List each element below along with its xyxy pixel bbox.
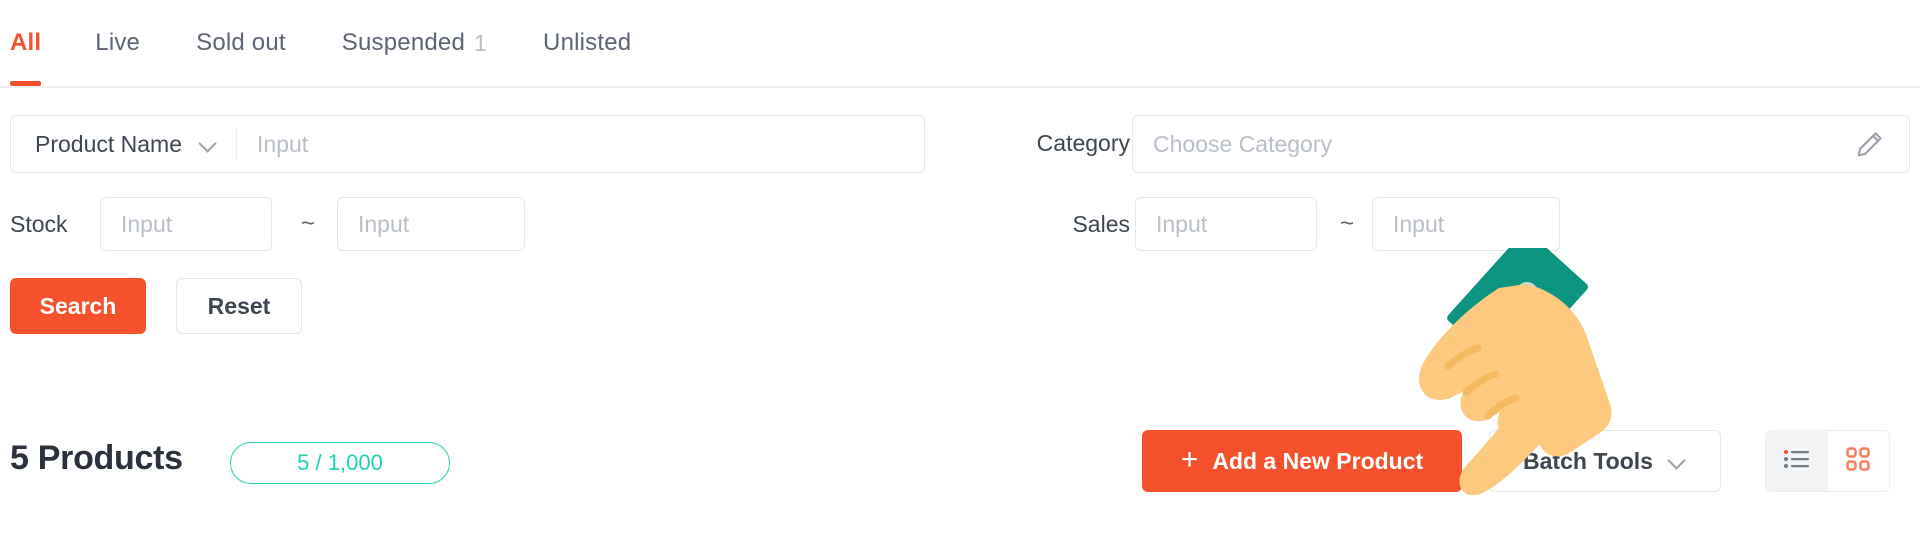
product-name-search-group: Product Name — [10, 115, 925, 173]
tab-sold-out-label: Sold out — [196, 29, 286, 56]
plus-icon: + — [1180, 442, 1199, 476]
filter-panel: Product Name Category Stock — [0, 88, 1920, 388]
filter-row-primary: Product Name Category — [0, 115, 1920, 173]
category-label: Category — [1036, 130, 1130, 156]
chevron-down-icon — [1669, 452, 1687, 470]
grid-view-button[interactable] — [1827, 431, 1889, 491]
tab-unlisted-label: Unlisted — [543, 29, 632, 56]
batch-tools-label: Batch Tools — [1523, 447, 1653, 474]
filter-row-actions: Search Reset — [0, 278, 1920, 334]
add-a-new-product-button[interactable]: + Add a New Product — [1142, 430, 1462, 492]
pencil-icon[interactable] — [1853, 127, 1887, 161]
tab-sold-out[interactable]: Sold out — [196, 0, 286, 86]
sales-max-input[interactable] — [1372, 197, 1560, 251]
tab-active-underline — [10, 81, 42, 86]
category-input[interactable] — [1133, 116, 1853, 172]
sales-min-input[interactable] — [1135, 197, 1317, 251]
page-title: 5 Products — [10, 439, 183, 477]
search-field-select[interactable]: Product Name — [11, 116, 236, 172]
list-view-icon — [1783, 447, 1811, 476]
tab-all[interactable]: All — [10, 0, 42, 86]
sales-label: Sales — [1072, 211, 1130, 237]
filter-row-range: Stock ~ Sales ~ — [0, 197, 1920, 251]
reset-button[interactable]: Reset — [176, 278, 302, 334]
tab-live[interactable]: Live — [95, 0, 140, 86]
tab-suspended-label: Suspended — [341, 29, 466, 56]
status-tabbar: All Live Sold out Suspended 1 Unlisted — [0, 0, 1920, 88]
tab-suspended-count: 1 — [474, 29, 488, 56]
view-mode-toggle — [1765, 430, 1890, 492]
search-field-select-value: Product Name — [35, 130, 183, 157]
search-keyword-input[interactable] — [237, 116, 924, 172]
search-button[interactable]: Search — [10, 278, 146, 334]
chevron-down-icon — [200, 135, 218, 153]
category-select-group[interactable] — [1132, 115, 1910, 173]
add-a-new-product-label: Add a New Product — [1212, 447, 1424, 474]
grid-view-icon — [1844, 445, 1872, 478]
sales-range-separator: ~ — [1339, 210, 1354, 237]
quota-badge: 5 / 1,000 — [230, 442, 450, 484]
tab-live-label: Live — [95, 29, 141, 56]
stock-label: Stock — [10, 211, 68, 237]
tab-all-label: All — [10, 29, 42, 56]
product-list-page: All Live Sold out Suspended 1 Unlisted P… — [0, 0, 1920, 533]
list-view-button[interactable] — [1766, 431, 1828, 491]
tab-unlisted[interactable]: Unlisted — [543, 0, 631, 86]
stock-range-separator: ~ — [300, 210, 315, 237]
batch-tools-dropdown[interactable]: Batch Tools — [1489, 430, 1721, 492]
stock-max-input[interactable] — [337, 197, 525, 251]
tab-suspended[interactable]: Suspended 1 — [342, 0, 487, 86]
stock-min-input[interactable] — [100, 197, 272, 251]
